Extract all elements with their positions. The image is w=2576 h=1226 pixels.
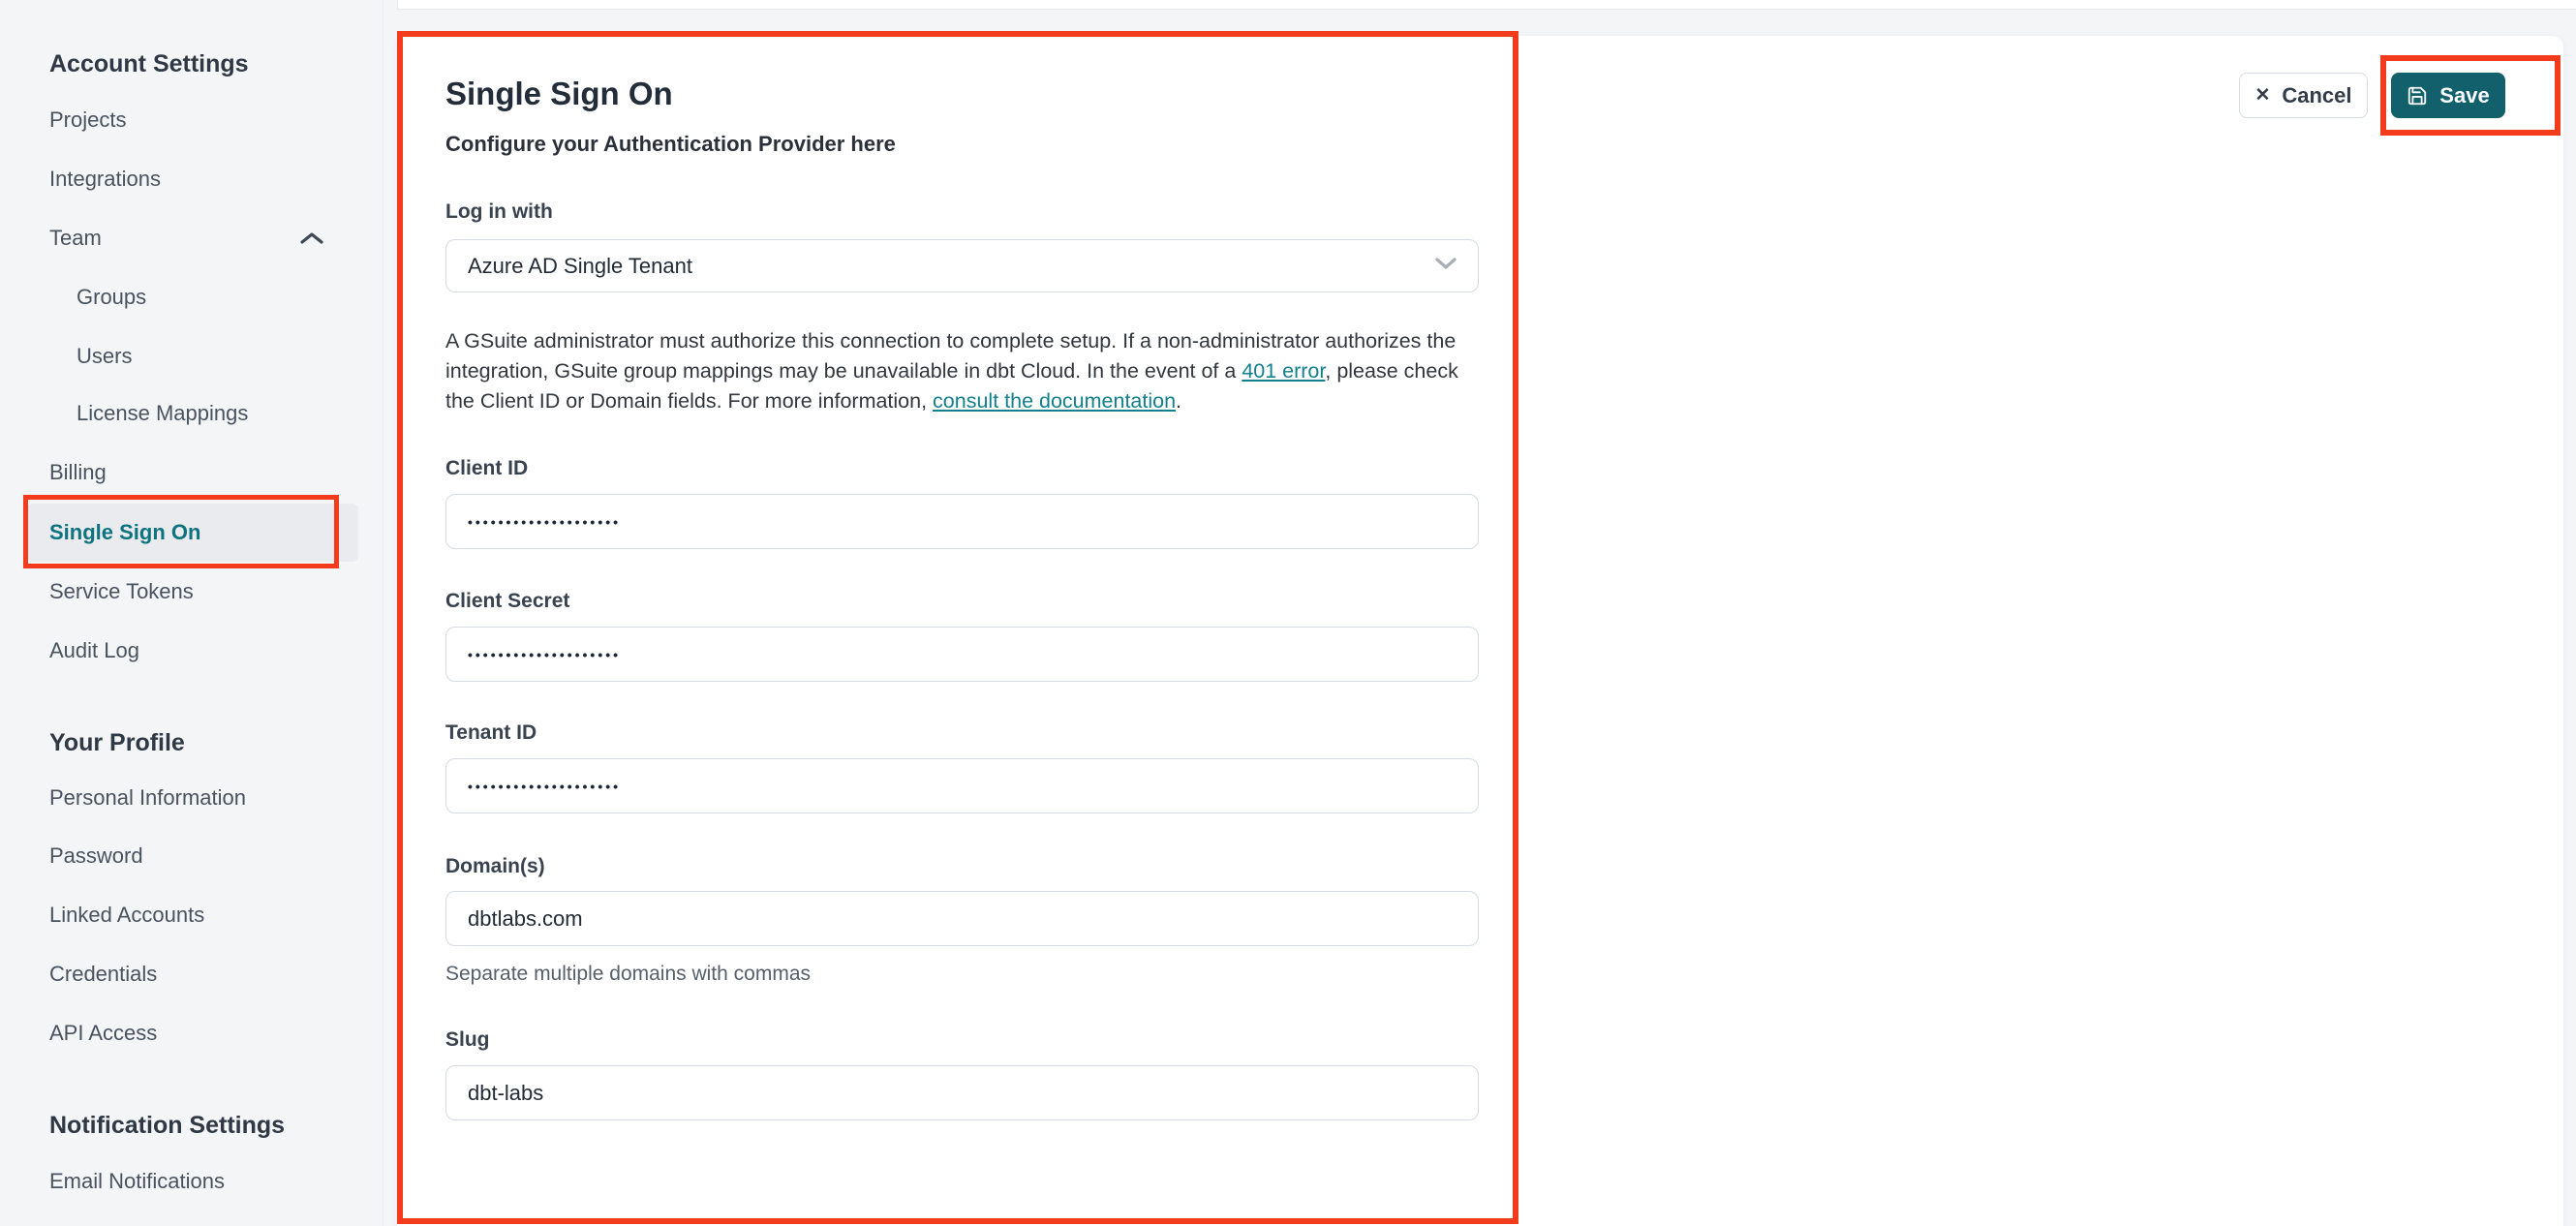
sidebar-header-account-settings: Account Settings — [49, 50, 249, 77]
gsuite-info-text: A GSuite administrator must authorize th… — [445, 326, 1489, 416]
page-title: Single Sign On — [445, 76, 673, 111]
sidebar-item-groups[interactable]: Groups — [77, 283, 146, 312]
page-subtitle: Configure your Authentication Provider h… — [445, 132, 896, 156]
info-text-3: . — [1176, 389, 1182, 413]
close-icon: ✕ — [2254, 85, 2271, 106]
domains-helper-text: Separate multiple domains with commas — [445, 963, 811, 985]
sidebar-item-team[interactable]: Team — [49, 224, 102, 253]
sidebar-item-api-access[interactable]: API Access — [49, 1019, 157, 1048]
consult-documentation-link[interactable]: consult the documentation — [933, 389, 1176, 413]
domains-input[interactable] — [445, 891, 1479, 946]
sidebar-item-credentials[interactable]: Credentials — [49, 960, 157, 989]
sidebar-item-password[interactable]: Password — [49, 842, 143, 871]
sidebar-header-notification-settings: Notification Settings — [49, 1112, 286, 1139]
tenant-id-label: Tenant ID — [445, 721, 537, 744]
slug-label: Slug — [445, 1028, 490, 1051]
client-id-label: Client ID — [445, 457, 529, 479]
login-with-selected-value: Azure AD Single Tenant — [468, 253, 692, 278]
top-header-strip — [397, 0, 2576, 10]
401-error-link[interactable]: 401 error — [1242, 359, 1325, 383]
sidebar-header-your-profile: Your Profile — [49, 729, 185, 756]
account-settings-page: Account Settings Projects Integrations T… — [0, 0, 2576, 1226]
sidebar-item-email-notifications[interactable]: Email Notifications — [49, 1167, 225, 1196]
sidebar-item-projects[interactable]: Projects — [49, 106, 126, 135]
sidebar-item-audit-log[interactable]: Audit Log — [49, 636, 139, 665]
save-icon — [2407, 85, 2428, 107]
sidebar-item-personal-information[interactable]: Personal Information — [49, 783, 246, 812]
client-id-input[interactable] — [445, 494, 1479, 549]
sidebar-item-linked-accounts[interactable]: Linked Accounts — [49, 901, 204, 930]
client-secret-input[interactable] — [445, 627, 1479, 682]
sidebar-item-single-sign-on[interactable]: Single Sign On — [49, 518, 200, 547]
domains-label: Domain(s) — [445, 855, 545, 877]
sidebar: Account Settings Projects Integrations T… — [0, 0, 383, 1226]
tenant-id-input[interactable] — [445, 758, 1479, 813]
save-button-label: Save — [2439, 82, 2490, 107]
login-with-label: Log in with — [445, 200, 553, 223]
sidebar-item-service-tokens[interactable]: Service Tokens — [49, 577, 194, 606]
login-with-select[interactable]: Azure AD Single Tenant — [445, 239, 1479, 292]
cancel-button[interactable]: ✕ Cancel — [2239, 73, 2368, 118]
chevron-up-icon[interactable] — [295, 227, 328, 255]
chevron-down-icon — [1431, 253, 1460, 280]
save-button[interactable]: Save — [2391, 73, 2505, 118]
sidebar-item-integrations[interactable]: Integrations — [49, 165, 161, 194]
sidebar-item-users[interactable]: Users — [77, 342, 132, 371]
slug-input[interactable] — [445, 1065, 1479, 1120]
sidebar-item-license-mappings[interactable]: License Mappings — [77, 399, 248, 428]
sidebar-item-billing[interactable]: Billing — [49, 458, 107, 487]
cancel-button-label: Cancel — [2282, 82, 2352, 107]
client-secret-label: Client Secret — [445, 590, 570, 612]
